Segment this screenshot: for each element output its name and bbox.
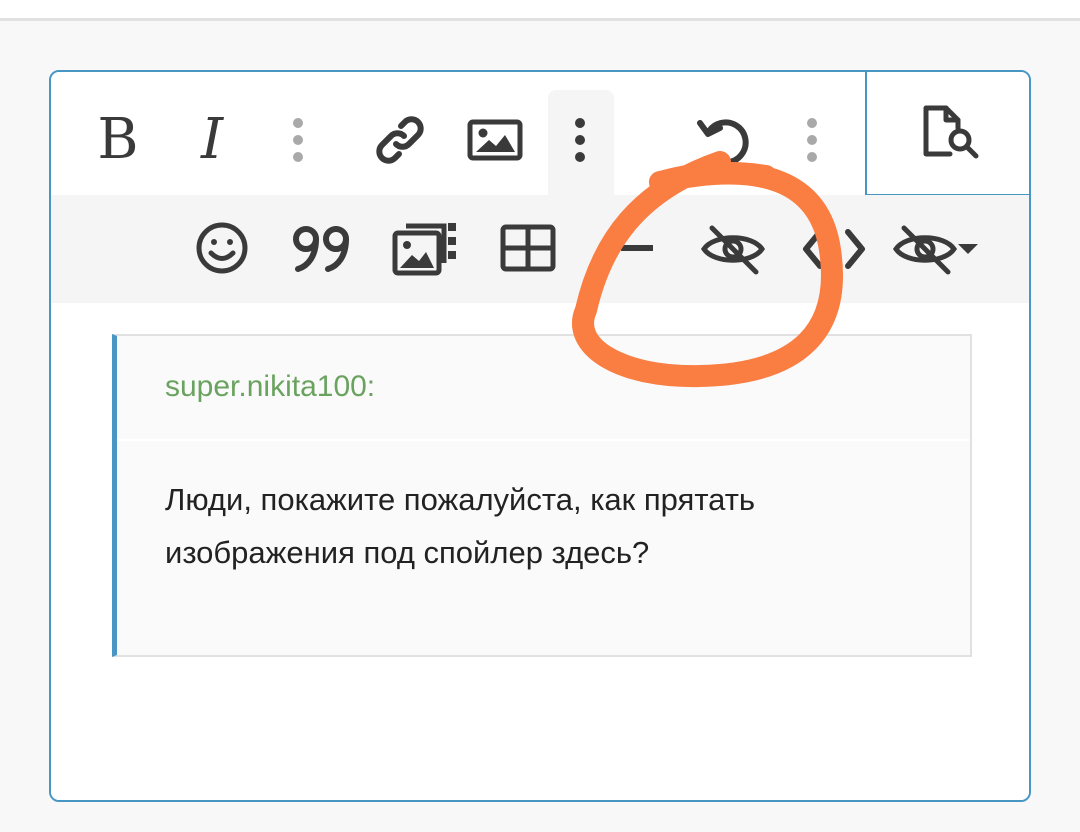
image-icon xyxy=(467,119,523,161)
eye-slash-icon xyxy=(700,225,766,275)
quote-block: super.nikita100: Люди, покажите пожалуйс… xyxy=(112,334,972,657)
toolbar-row-1: B I xyxy=(51,72,1029,200)
gallery-icon xyxy=(392,223,456,276)
eye-slash-caret-icon xyxy=(892,225,978,275)
code-button[interactable] xyxy=(801,223,867,275)
quote-separator xyxy=(117,439,970,441)
link-button[interactable] xyxy=(369,110,431,170)
table-icon xyxy=(500,224,556,272)
quote-text: Люди, покажите пожалуйста, как прятать и… xyxy=(165,482,756,570)
italic-button[interactable]: I xyxy=(187,112,237,168)
emoji-button[interactable] xyxy=(193,219,251,277)
vertical-dots-icon xyxy=(807,118,817,162)
smiley-icon xyxy=(196,222,248,274)
minus-icon xyxy=(621,245,653,251)
editor-content[interactable]: super.nikita100: Люди, покажите пожалуйс… xyxy=(51,303,1029,800)
quote-header: super.nikita100: xyxy=(117,336,970,439)
preview-button[interactable] xyxy=(865,72,1029,196)
link-icon xyxy=(376,116,424,164)
horizontal-line-button[interactable] xyxy=(617,233,657,263)
toolbar-row-2 xyxy=(51,195,1029,303)
italic-icon: I xyxy=(200,107,224,172)
undo-button[interactable] xyxy=(693,110,755,170)
document-search-icon xyxy=(923,105,979,159)
quote-icon xyxy=(293,226,349,272)
rich-text-editor[interactable]: B I super.nikita100: Люди, покажите пожа… xyxy=(49,70,1031,802)
page-top-rule xyxy=(0,0,1080,21)
code-icon xyxy=(803,229,865,269)
undo-icon xyxy=(697,119,749,166)
vertical-dots-icon xyxy=(575,118,585,162)
quote-button[interactable] xyxy=(291,221,355,275)
more-text-options-button[interactable] xyxy=(283,112,313,168)
image-button[interactable] xyxy=(465,116,525,164)
more-options-button[interactable] xyxy=(565,112,595,168)
more-history-button[interactable] xyxy=(797,112,827,168)
vertical-dots-icon xyxy=(293,118,303,162)
bold-icon: B xyxy=(97,107,139,172)
bold-button[interactable]: B xyxy=(93,112,143,168)
quote-author: super.nikita100: xyxy=(165,370,376,403)
spoiler-button[interactable] xyxy=(697,221,769,277)
table-button[interactable] xyxy=(499,223,557,273)
spoiler-dropdown-button[interactable] xyxy=(889,221,981,277)
media-gallery-button[interactable] xyxy=(391,219,461,277)
